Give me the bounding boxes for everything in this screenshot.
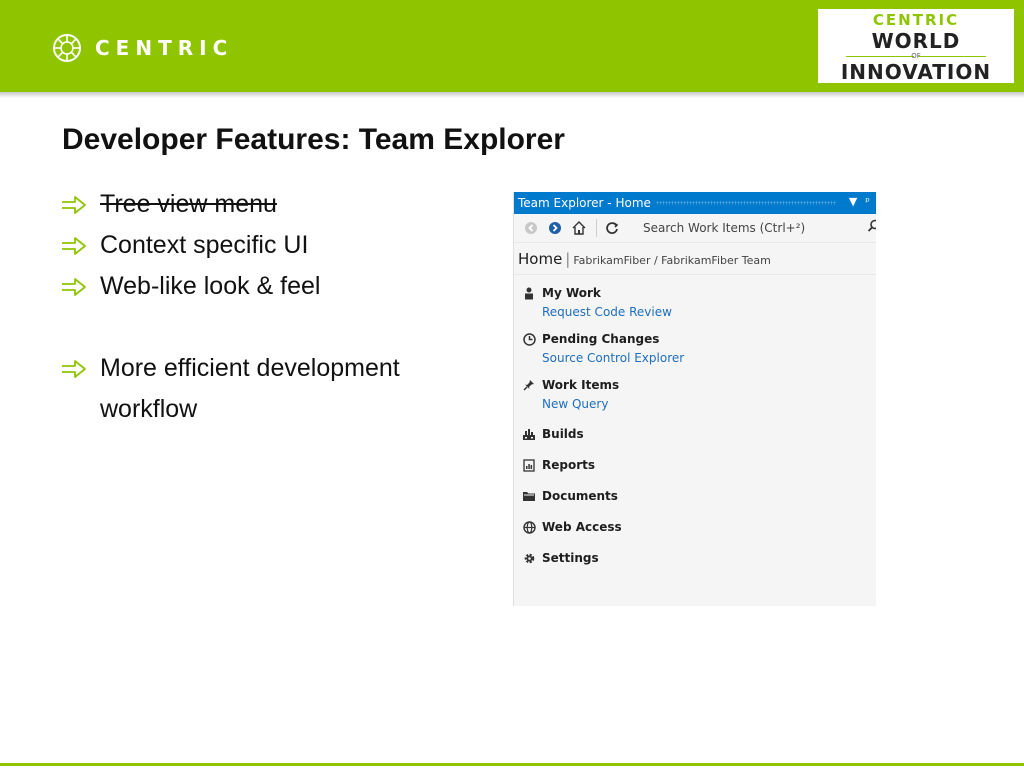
home-button[interactable] [568, 217, 590, 239]
person-icon [522, 286, 536, 300]
arrow-bullet-icon [60, 348, 92, 389]
section-label[interactable]: Documents [542, 489, 618, 503]
back-button[interactable] [520, 217, 542, 239]
home-icon [572, 221, 586, 235]
section-web-access: Web Access [514, 519, 876, 535]
forward-arrow-icon [549, 222, 561, 234]
build-icon [522, 427, 536, 441]
bullet-item: More efficient development workflow [60, 348, 480, 430]
report-icon [522, 458, 536, 472]
team-explorer-screenshot: Team Explorer - Home ▼ ᵖ Search Work Item… [513, 192, 876, 606]
section-settings: Settings [514, 550, 876, 566]
source-control-explorer-link[interactable]: Source Control Explorer [542, 351, 876, 365]
bullet-text: Tree view menu [100, 190, 277, 218]
breadcrumb-path[interactable]: FabrikamFiber / FabrikamFiber Team [573, 254, 770, 267]
refresh-button[interactable] [601, 217, 623, 239]
header-band: CENTRIC CENTRIC WORLD OF INNOVATION [0, 0, 1024, 92]
bullet-item: Tree view menu [60, 184, 480, 225]
title-bar-grip [656, 201, 836, 205]
badge-line-2: WORLD [871, 29, 961, 53]
section-pending-changes: Pending Changes Source Control Explorer [514, 331, 876, 365]
breadcrumb: Home | FabrikamFiber / FabrikamFiber Team [514, 243, 876, 275]
section-work-items: Work Items New Query [514, 377, 876, 411]
bullet-item: Web-like look & feel [60, 266, 480, 307]
globe-icon [522, 520, 536, 534]
search-icon[interactable] [867, 219, 876, 233]
team-explorer-toolbar: Search Work Items (Ctrl+²) [514, 214, 876, 243]
team-explorer-sections: My Work Request Code Review Pending Chan… [514, 275, 876, 566]
section-documents: Documents [514, 488, 876, 504]
clock-icon [522, 332, 536, 346]
bullet-text: Context specific UI [100, 231, 309, 259]
pin-icon [522, 378, 536, 392]
refresh-icon [606, 222, 619, 234]
arrow-bullet-icon [60, 225, 92, 266]
header-shadow [0, 92, 1024, 98]
arrow-bullet-icon [60, 266, 92, 307]
folder-icon [522, 489, 536, 503]
world-of-innovation-badge: CENTRIC WORLD OF INNOVATION [818, 9, 1014, 84]
new-query-link[interactable]: New Query [542, 397, 876, 411]
search-placeholder: Search Work Items (Ctrl+²) [643, 221, 806, 235]
bullet-list: Tree view menu Context specific UI Web-l… [60, 184, 480, 430]
section-reports: Reports [514, 457, 876, 473]
team-explorer-title-bar: Team Explorer - Home ▼ ᵖ [514, 192, 876, 214]
bullet-text: Web-like look & feel [100, 272, 321, 300]
arrow-bullet-icon [60, 184, 92, 225]
badge-line-1: CENTRIC [872, 11, 960, 29]
team-explorer-title: Team Explorer - Home [518, 196, 651, 210]
breadcrumb-home[interactable]: Home [518, 250, 562, 268]
section-label[interactable]: Reports [542, 458, 595, 472]
section-label[interactable]: Builds [542, 427, 584, 441]
section-builds: Builds [514, 426, 876, 442]
centric-logo: CENTRIC [52, 33, 233, 63]
badge-line-4: INNOVATION [840, 60, 992, 84]
slide-title: Developer Features: Team Explorer [62, 123, 565, 156]
bullet-text: More efficient development workflow [100, 354, 400, 423]
pin-window-icon[interactable]: ᵖ [865, 195, 870, 208]
dropdown-arrow-icon[interactable]: ▼ [849, 195, 857, 208]
footer-rule [0, 763, 1024, 766]
bullet-item: Context specific UI [60, 225, 480, 266]
section-label[interactable]: Settings [542, 551, 599, 565]
section-label[interactable]: My Work [542, 286, 601, 300]
section-label[interactable]: Work Items [542, 378, 619, 392]
badge-divider: OF [846, 52, 986, 60]
centric-emblem-icon [53, 34, 81, 62]
back-arrow-icon [525, 222, 537, 234]
brand-name: CENTRIC [95, 36, 234, 60]
request-code-review-link[interactable]: Request Code Review [542, 305, 876, 319]
section-my-work: My Work Request Code Review [514, 285, 876, 319]
forward-button[interactable] [544, 217, 566, 239]
gear-icon [522, 551, 536, 565]
section-label[interactable]: Pending Changes [542, 332, 659, 346]
search-work-items-input[interactable]: Search Work Items (Ctrl+²) [643, 217, 876, 239]
section-label[interactable]: Web Access [542, 520, 622, 534]
